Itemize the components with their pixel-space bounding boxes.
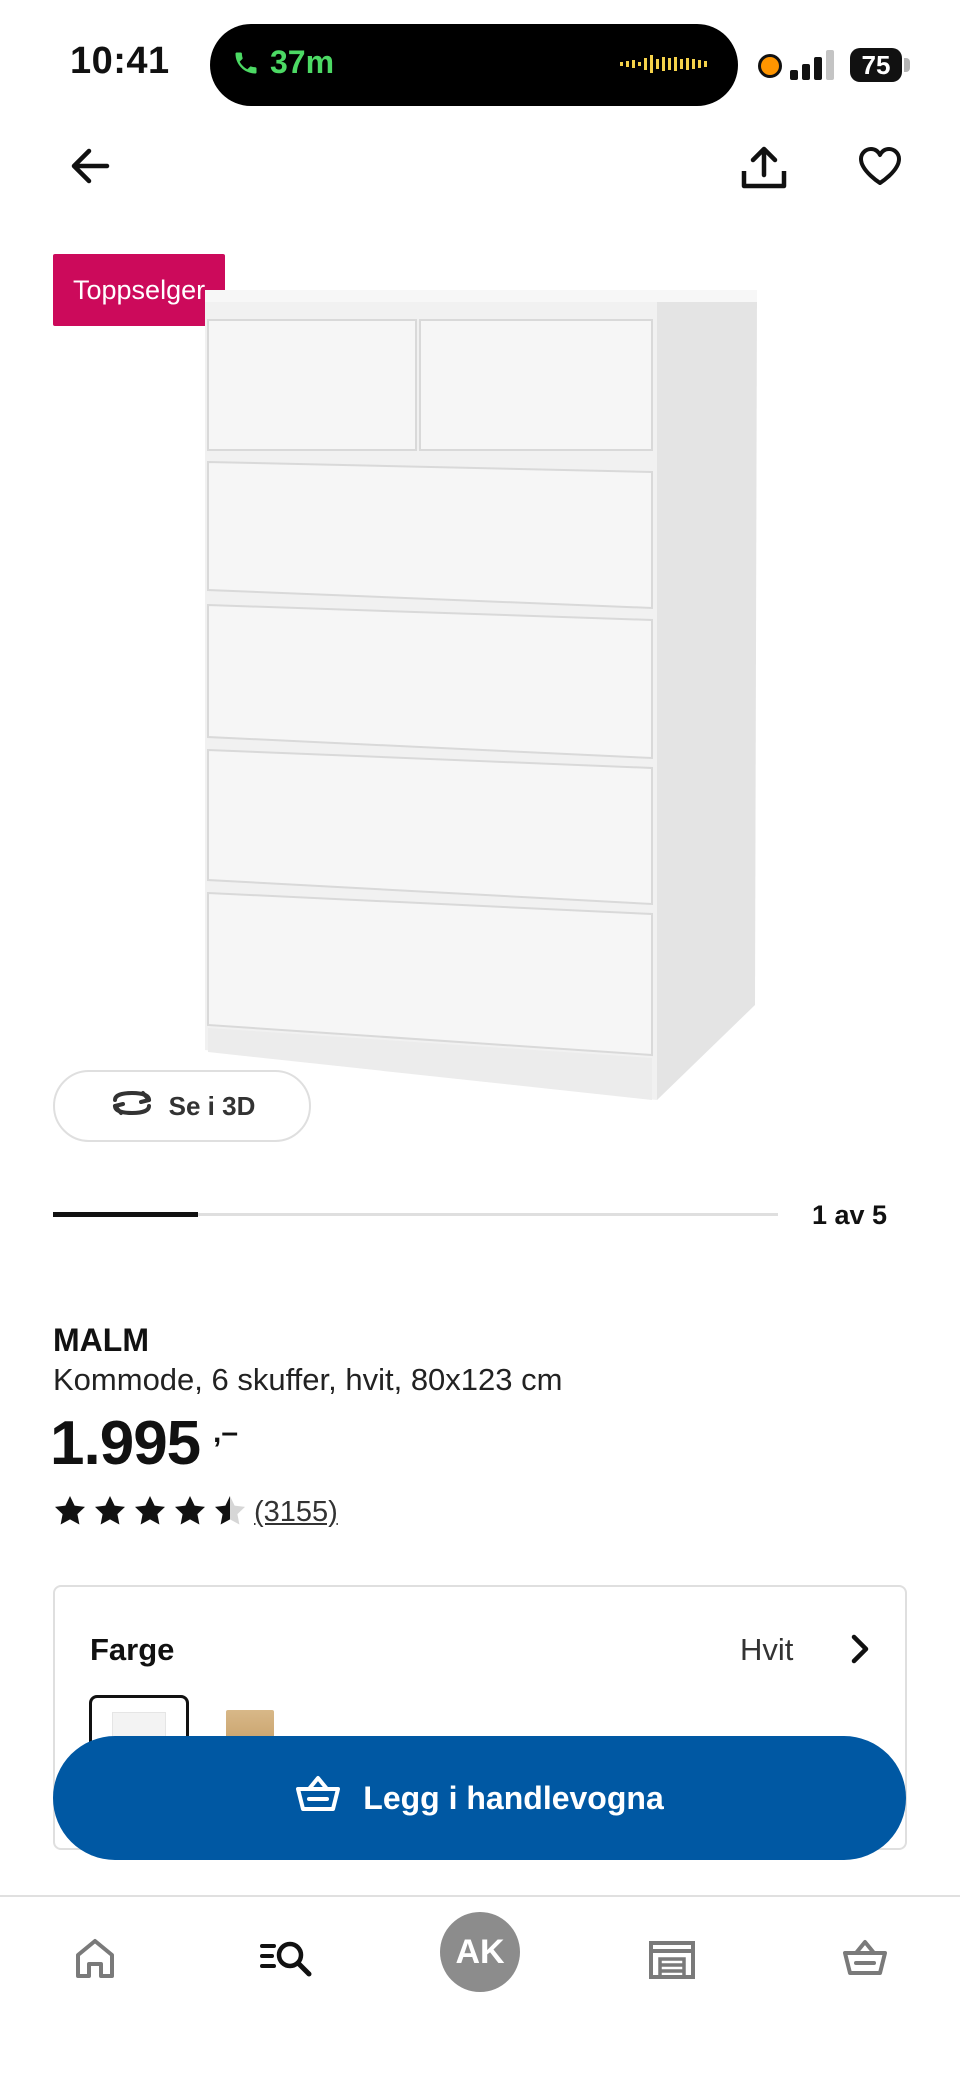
star-icon bbox=[135, 1496, 165, 1525]
signal-icon bbox=[790, 50, 836, 85]
search-icon bbox=[260, 1938, 314, 1983]
color-value: Hvit bbox=[740, 1632, 794, 1667]
store-icon bbox=[648, 1937, 696, 1984]
nav-profile-avatar[interactable]: AK bbox=[440, 1912, 520, 1992]
star-icon bbox=[215, 1496, 245, 1525]
star-icon bbox=[175, 1496, 205, 1525]
nav-search[interactable] bbox=[237, 1915, 337, 2005]
cart-icon bbox=[842, 1938, 888, 1983]
view-3d-label: Se i 3D bbox=[168, 1090, 256, 1121]
battery-tip bbox=[904, 58, 910, 72]
favorite-button[interactable] bbox=[850, 138, 910, 198]
star-icon bbox=[55, 1496, 85, 1525]
dynamic-island[interactable]: 37m bbox=[210, 24, 738, 106]
basket-icon bbox=[295, 1774, 341, 1822]
bestseller-badge: Toppselger bbox=[53, 254, 226, 326]
product-name: MALM bbox=[53, 1322, 149, 1358]
arrow-left-icon bbox=[69, 146, 111, 191]
nav-cart[interactable] bbox=[815, 1915, 915, 2005]
nav-stores[interactable] bbox=[622, 1915, 722, 2005]
view-3d-button[interactable]: Se i 3D bbox=[53, 1070, 311, 1142]
gallery-progress-fill bbox=[53, 1212, 198, 1217]
waveform-icon bbox=[620, 52, 710, 81]
nav-divider bbox=[0, 1895, 960, 1897]
product-price: 1.995 bbox=[50, 1409, 201, 1478]
recording-indicator bbox=[758, 54, 782, 78]
add-to-cart-button[interactable]: Legg i handlevogna bbox=[53, 1736, 906, 1860]
call-duration: 37m bbox=[270, 44, 335, 80]
gallery-progress bbox=[53, 1212, 778, 1217]
product-image[interactable] bbox=[205, 290, 760, 1100]
heart-icon bbox=[858, 146, 902, 191]
share-icon bbox=[740, 145, 788, 196]
nav-home[interactable] bbox=[45, 1915, 145, 2005]
back-button[interactable] bbox=[60, 138, 120, 198]
product-description: Kommode, 6 skuffer, hvit, 80x123 cm bbox=[53, 1362, 563, 1397]
rating-stars[interactable] bbox=[53, 1494, 247, 1526]
phone-icon bbox=[232, 46, 260, 85]
star-icon bbox=[95, 1496, 125, 1525]
add-to-cart-label: Legg i handlevogna bbox=[363, 1779, 664, 1816]
status-time: 10:41 bbox=[70, 40, 170, 82]
battery-indicator: 75 bbox=[850, 48, 902, 82]
gallery-counter: 1 av 5 bbox=[812, 1200, 888, 1230]
home-icon bbox=[73, 1937, 117, 1984]
price-suffix: ,– bbox=[213, 1416, 239, 1449]
chevron-right-icon[interactable] bbox=[846, 1632, 874, 1671]
review-count-link[interactable]: (3155) bbox=[254, 1496, 338, 1529]
color-title: Farge bbox=[90, 1632, 175, 1667]
share-button[interactable] bbox=[734, 140, 794, 200]
rotate-3d-icon bbox=[109, 1088, 155, 1125]
